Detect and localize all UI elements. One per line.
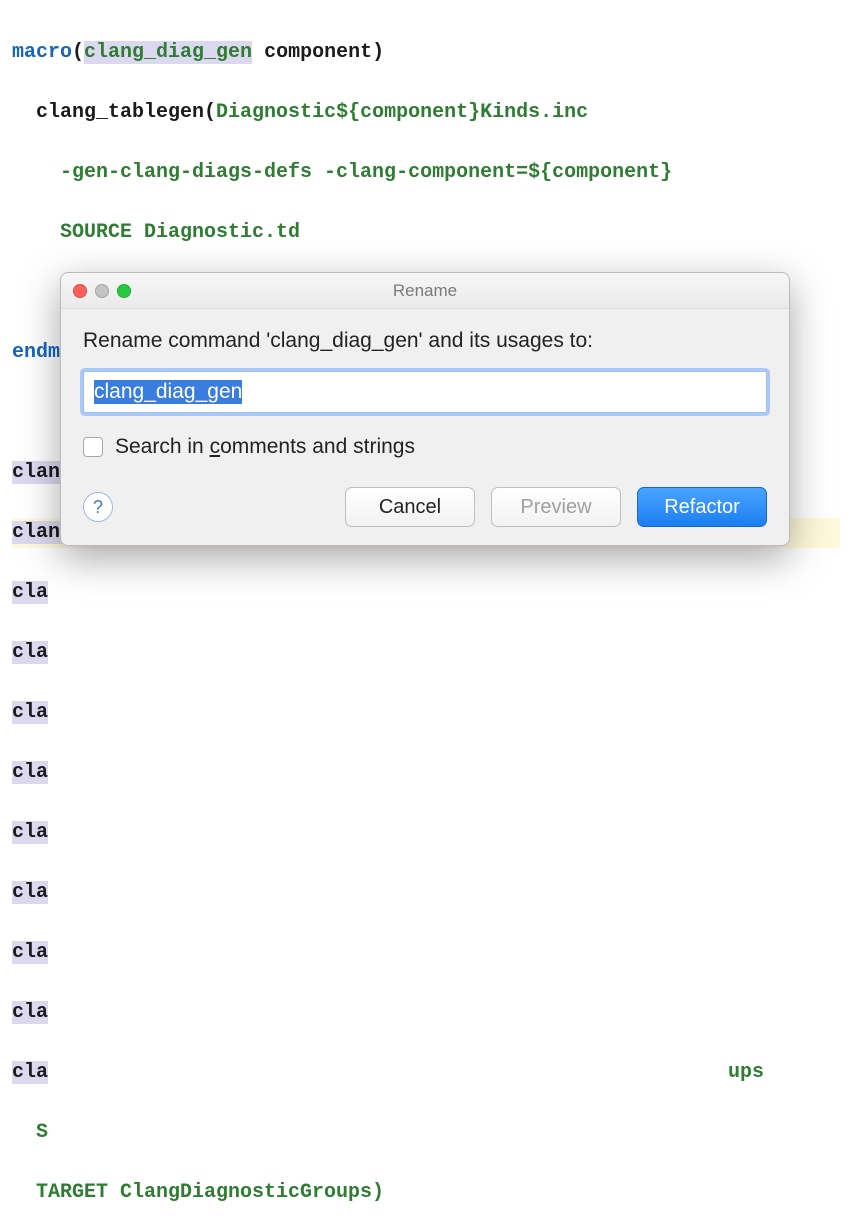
- dialog-title: Rename: [61, 281, 789, 301]
- help-button[interactable]: ?: [83, 492, 113, 522]
- dialog-titlebar: Rename: [61, 273, 789, 309]
- search-comments-label[interactable]: Search in comments and strings: [115, 435, 415, 459]
- search-comments-checkbox[interactable]: [83, 437, 103, 457]
- keyword-macro: macro: [12, 41, 72, 64]
- code-editor[interactable]: macro(clang_diag_gen component) clang_ta…: [0, 0, 852, 1224]
- rename-input[interactable]: [83, 371, 767, 413]
- macro-name: clang_diag_gen: [84, 41, 252, 64]
- rename-prompt: Rename command 'clang_diag_gen' and its …: [83, 329, 767, 353]
- cancel-button[interactable]: Cancel: [345, 487, 475, 527]
- rename-dialog: Rename Rename command 'clang_diag_gen' a…: [60, 272, 790, 546]
- preview-button[interactable]: Preview: [491, 487, 621, 527]
- refactor-button[interactable]: Refactor: [637, 487, 767, 527]
